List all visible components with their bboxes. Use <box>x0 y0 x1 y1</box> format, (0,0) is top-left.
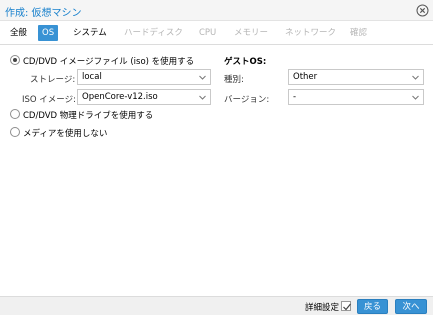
guest-os-title: ゲストOS: <box>224 57 267 67</box>
storage-select[interactable]: local <box>77 69 211 85</box>
dialog-title: 作成: 仮想マシン <box>5 8 82 19</box>
use-iso-radio[interactable] <box>10 55 20 65</box>
tab-confirm[interactable]: 確認 <box>346 25 371 41</box>
back-button[interactable]: 戻る <box>357 299 388 314</box>
tab-cpu[interactable]: CPU <box>195 25 220 41</box>
tab-hard-disk[interactable]: ハードディスク <box>120 25 187 41</box>
chevron-down-icon <box>411 93 420 102</box>
iso-image-value: OpenCore-v12.iso <box>82 92 158 102</box>
tab-system[interactable]: システム <box>69 25 111 41</box>
advanced-label: 詳細設定 <box>305 303 340 313</box>
iso-image-label: ISO イメージ: <box>22 95 76 105</box>
create-vm-dialog: 作成: 仮想マシン 全般 OS システム ハードディスク CPU メモリー ネッ… <box>0 0 433 315</box>
physical-drive-label: CD/DVD 物理ドライブを使用する <box>23 111 154 121</box>
no-media-radio[interactable] <box>10 127 20 137</box>
tab-general[interactable]: 全般 <box>6 25 31 41</box>
os-type-select[interactable]: Other <box>288 69 424 85</box>
os-type-value: Other <box>293 72 318 82</box>
chevron-down-icon <box>198 93 207 102</box>
chevron-down-icon <box>411 73 420 82</box>
os-version-select[interactable]: - <box>288 89 424 105</box>
close-icon[interactable] <box>416 4 429 17</box>
tab-memory[interactable]: メモリー <box>230 25 272 41</box>
iso-image-select[interactable]: OpenCore-v12.iso <box>77 89 211 105</box>
use-iso-label: CD/DVD イメージファイル (iso) を使用する <box>23 57 195 67</box>
wizard-tabs: 全般 OS システム ハードディスク CPU メモリー ネットワーク 確認 <box>0 21 433 45</box>
tab-os[interactable]: OS <box>38 25 59 41</box>
chevron-down-icon <box>198 73 207 82</box>
os-version-value: - <box>293 92 297 102</box>
no-media-label: メディアを使用しない <box>23 129 108 139</box>
physical-drive-radio[interactable] <box>10 109 20 119</box>
os-panel: CD/DVD イメージファイル (iso) を使用する ストレージ: local… <box>0 46 433 296</box>
dialog-titlebar: 作成: 仮想マシン <box>0 0 433 21</box>
tab-network[interactable]: ネットワーク <box>281 25 340 41</box>
storage-value: local <box>82 72 102 82</box>
os-version-label: バージョン: <box>224 95 270 105</box>
next-button[interactable]: 次へ <box>395 299 427 314</box>
os-type-label: 種別: <box>224 75 244 85</box>
advanced-checkbox[interactable] <box>341 301 351 311</box>
storage-label: ストレージ: <box>30 75 76 85</box>
dialog-footer: 詳細設定 戻る 次へ <box>0 296 433 315</box>
